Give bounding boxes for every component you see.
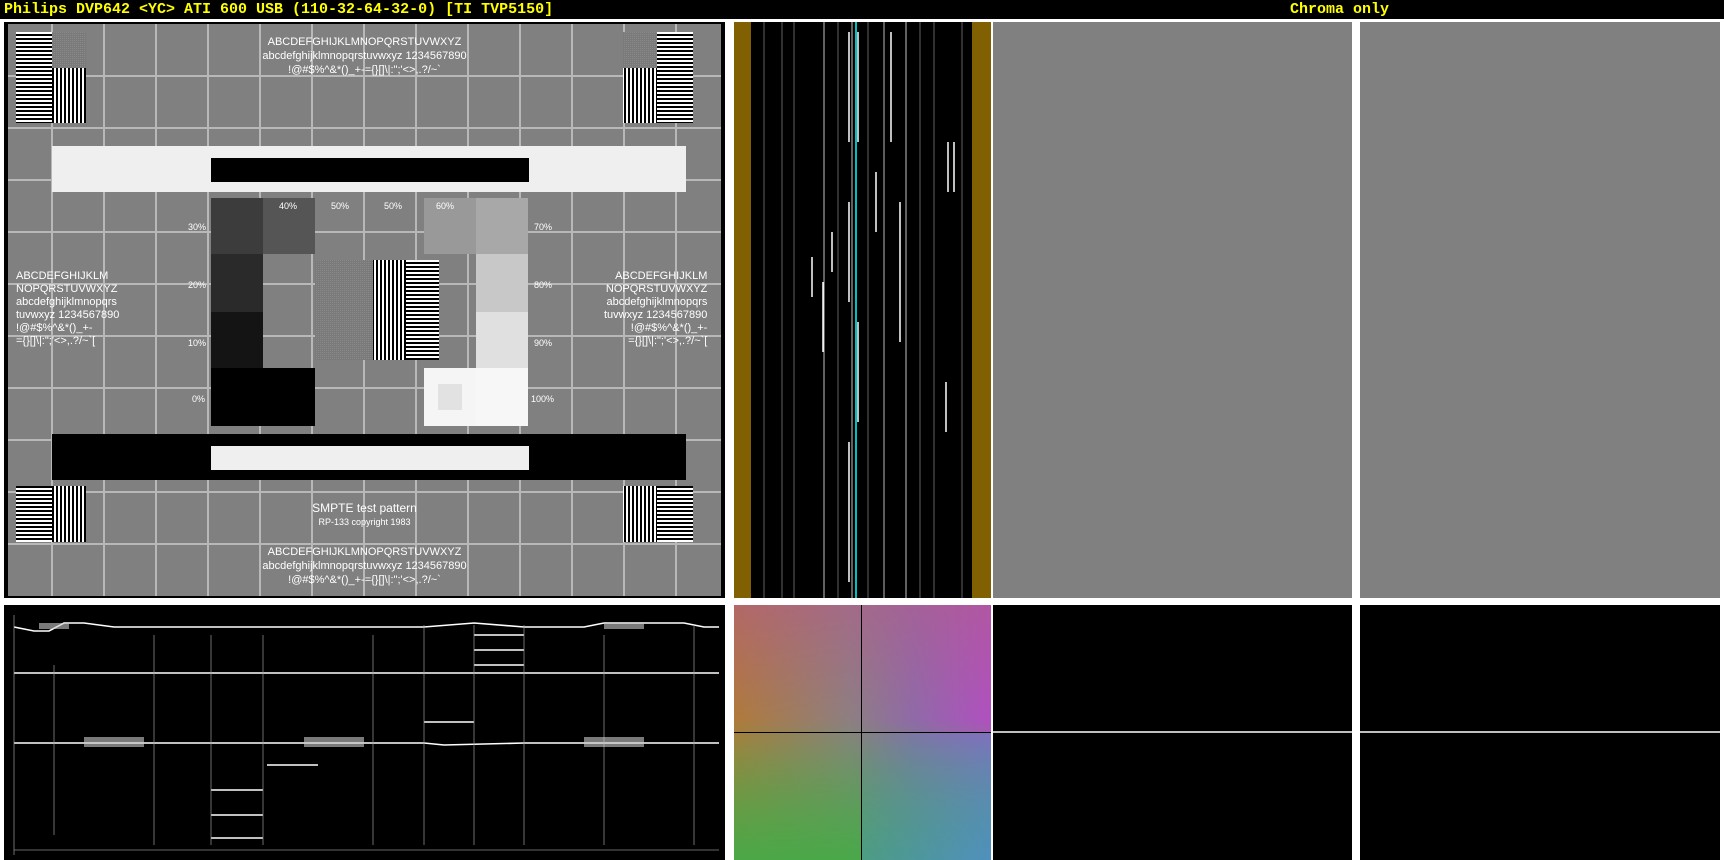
vertical-waveform-panel: [734, 22, 991, 598]
pattern-name: SMPTE test pattern: [312, 501, 417, 515]
label-50b: 50%: [384, 201, 403, 211]
label-80: 80%: [534, 280, 553, 290]
chroma-v-scope: [1360, 605, 1720, 860]
gradient-hline: [734, 732, 991, 733]
test-pattern-panel: ABCDEFGHIJKLMNOPQRSTUVWXYZ abcdefghijklm…: [4, 22, 725, 598]
right-charset-block: ABCDEFGHIJKLM NOPQRSTUVWXYZ abcdefghijkl…: [604, 270, 708, 347]
bottom-charset-2: abcdefghijklmnopqrstuvwxyz 1234567890: [262, 560, 467, 572]
label-50a: 50%: [331, 201, 350, 211]
left-charset-block: ABCDEFGHIJKLM NOPQRSTUVWXYZ abcdefghijkl…: [16, 270, 120, 347]
pattern-copyright: RP-133 copyright 1983: [318, 517, 411, 527]
v-scope-trace: [1360, 731, 1720, 733]
vertical-waveform-graphic: [734, 22, 991, 598]
bottom-charset-3: !@#$%^&*()_+-={}[]\|:";'<>,.?/~`: [288, 574, 441, 586]
label-0: 0%: [192, 394, 206, 404]
label-10: 10%: [188, 338, 207, 348]
top-charset-3: !@#$%^&*()_+-={}[]\|:";'<>,.?/~`: [288, 64, 441, 76]
label-20: 20%: [188, 280, 207, 290]
chroma-gradient-panel: [734, 605, 991, 860]
horizontal-waveform-panel: [4, 605, 725, 860]
chroma-u-scope: [993, 605, 1352, 860]
top-charset-1: ABCDEFGHIJKLMNOPQRSTUVWXYZ: [267, 36, 462, 48]
label-70: 70%: [534, 222, 553, 232]
title-bar: Philips DVP642 <YC> ATI 600 USB (110-32-…: [0, 0, 1724, 19]
bottom-charset-1: ABCDEFGHIJKLMNOPQRSTUVWXYZ: [267, 546, 462, 558]
label-90: 90%: [534, 338, 553, 348]
label-30: 30%: [188, 222, 207, 232]
u-scope-trace: [993, 731, 1352, 733]
gradient-bottom-right: [862, 733, 991, 860]
label-40: 40%: [279, 201, 298, 211]
device-title: Philips DVP642 <YC> ATI 600 USB (110-32-…: [4, 1, 554, 18]
chroma-u-field: [993, 22, 1352, 598]
mode-label: Chroma only: [1290, 1, 1390, 18]
label-60: 60%: [436, 201, 455, 211]
chroma-v-field: [1360, 22, 1720, 598]
top-charset-2: abcdefghijklmnopqrstuvwxyz 1234567890: [262, 50, 467, 62]
horizontal-waveform-graphic: [13, 615, 719, 855]
label-100: 100%: [531, 394, 555, 404]
